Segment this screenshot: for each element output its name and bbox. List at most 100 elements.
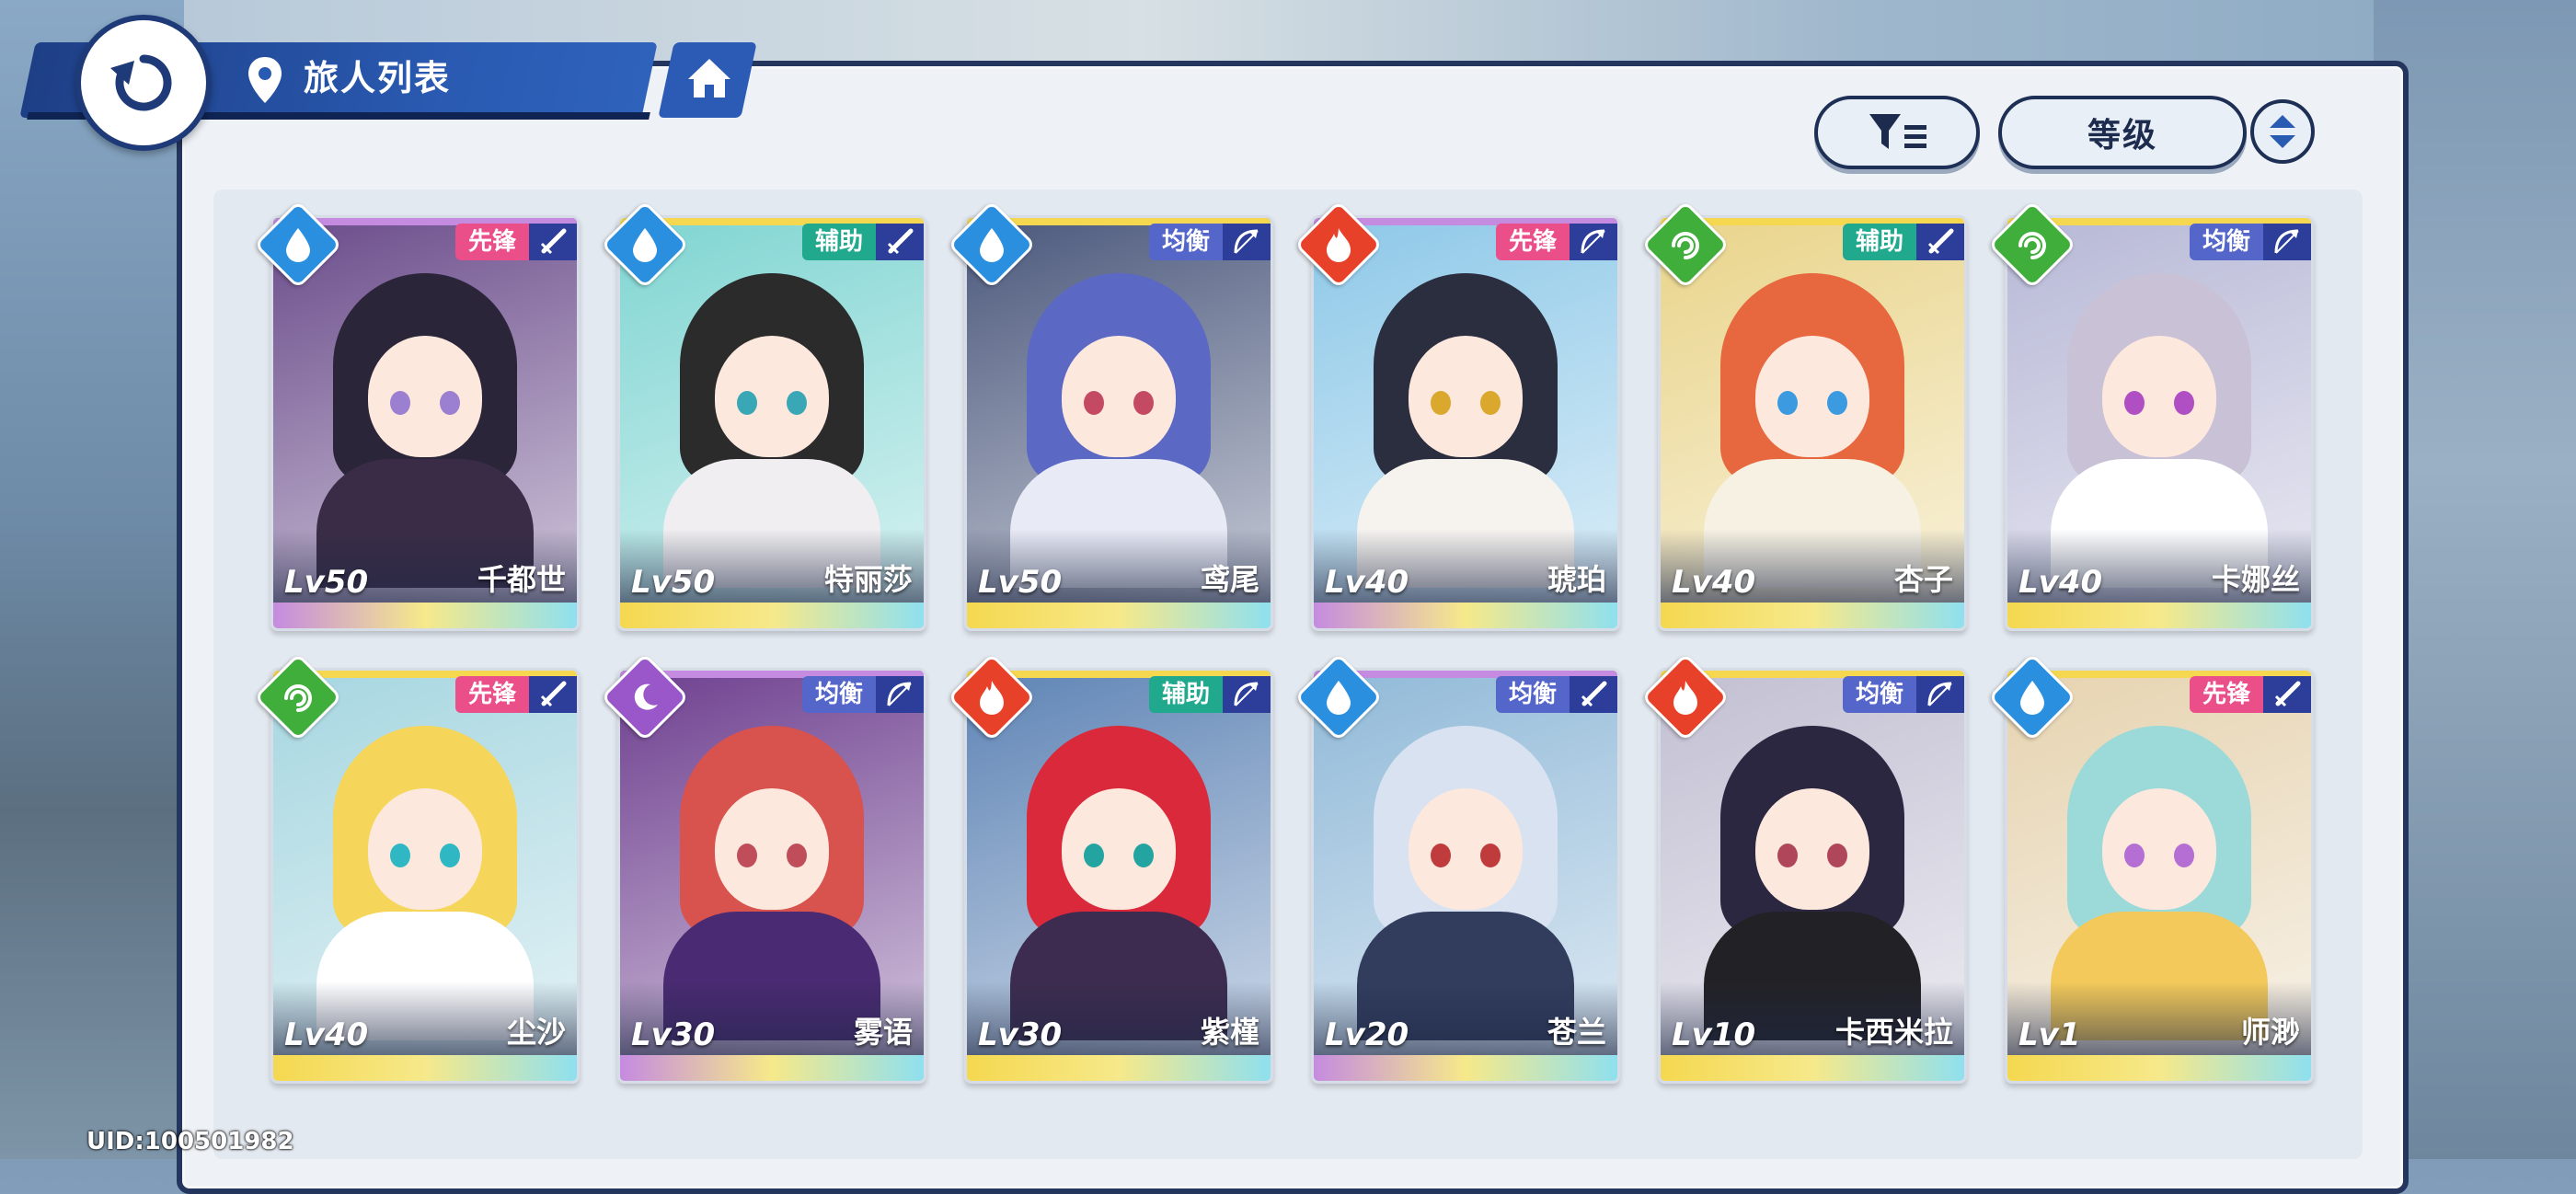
character-name: 特丽莎 (823, 562, 913, 597)
character-face (368, 336, 482, 457)
character-face (1409, 788, 1523, 910)
location-pin-icon (248, 57, 282, 103)
rarity-bottom-strip (273, 603, 577, 628)
character-name: 鸢尾 (1200, 562, 1259, 597)
role-tag: 辅助 (801, 224, 876, 260)
water-element-icon (1327, 681, 1351, 715)
sort-by-label: 等级 (2087, 117, 2157, 155)
character-card[interactable]: 均衡 Lv40 卡娜丝 (2005, 215, 2314, 631)
character-face (715, 336, 829, 457)
character-name: 苍兰 (1547, 1015, 1606, 1050)
character-card[interactable]: 先锋 Lv40 琥珀 (1311, 215, 1620, 631)
bow-weapon-icon (887, 682, 912, 706)
character-eye (390, 391, 410, 415)
character-eye (2174, 844, 2194, 867)
sort-by-button[interactable]: 等级 (1998, 96, 2247, 169)
character-eye (440, 391, 460, 415)
level-label: Lv10 (1672, 1016, 1756, 1053)
rarity-bottom-strip (620, 603, 924, 628)
sort-order-icon (2270, 115, 2295, 148)
level-label: Lv1 (2018, 1016, 2081, 1053)
character-card[interactable]: 先锋 Lv1 师渺 (2005, 668, 2314, 1084)
role-tag: 均衡 (1148, 224, 1223, 260)
weapon-tag (1916, 676, 1964, 713)
character-eye (390, 844, 410, 867)
character-face (2102, 788, 2216, 910)
role-tag: 均衡 (801, 676, 876, 713)
character-card[interactable]: 辅助 Lv30 紫槿 (964, 668, 1273, 1084)
character-name: 尘沙 (506, 1015, 566, 1050)
character-face (715, 788, 829, 910)
character-card[interactable]: 均衡 Lv20 苍兰 (1311, 668, 1620, 1084)
sword-weapon-icon (2274, 681, 2301, 707)
water-element-icon (980, 228, 1004, 262)
role-tag: 先锋 (454, 224, 529, 260)
character-name: 紫槿 (1200, 1015, 1259, 1050)
uid-label: UID:100501982 (86, 1128, 294, 1155)
character-name: 琥珀 (1547, 562, 1606, 597)
filter-icon (1869, 114, 1926, 149)
character-face (2102, 336, 2216, 457)
sort-order-button[interactable] (2250, 99, 2315, 164)
character-eye (1084, 391, 1104, 415)
bow-weapon-icon (2274, 229, 2299, 254)
level-label: Lv40 (284, 1016, 369, 1053)
weapon-tag (1223, 224, 1271, 260)
wind-element-icon (1672, 232, 1699, 259)
rarity-bottom-strip (2007, 1055, 2311, 1081)
character-eye (1827, 391, 1847, 415)
character-card[interactable]: 先锋 Lv40 尘沙 (270, 668, 580, 1084)
rarity-bottom-strip (620, 1055, 924, 1081)
water-element-icon (2020, 681, 2044, 715)
character-name: 杏子 (1893, 562, 1953, 597)
rarity-bottom-strip (1661, 603, 1964, 628)
character-eye (1777, 391, 1798, 415)
rarity-bottom-strip (967, 603, 1271, 628)
character-name: 卡西米拉 (1834, 1015, 1953, 1050)
sword-weapon-icon (887, 228, 914, 255)
character-eye (2174, 391, 2194, 415)
rarity-bottom-strip (1661, 1055, 1964, 1081)
character-eye (2124, 844, 2145, 867)
character-face (1755, 336, 1869, 457)
rarity-bottom-strip (2007, 603, 2311, 628)
weapon-tag (529, 676, 577, 713)
character-card[interactable]: 均衡 Lv50 鸢尾 (964, 215, 1273, 631)
rarity-bottom-strip (967, 1055, 1271, 1081)
weapon-tag (2263, 224, 2311, 260)
water-element-icon (286, 228, 310, 262)
character-card[interactable]: 先锋 Lv50 千都世 (270, 215, 580, 631)
character-name: 千都世 (477, 562, 566, 597)
sword-weapon-icon (540, 681, 567, 707)
character-eye (440, 844, 460, 867)
level-label: Lv20 (1325, 1016, 1409, 1053)
bow-weapon-icon (1927, 682, 1952, 706)
sword-weapon-icon (1581, 681, 1607, 707)
filter-button[interactable] (1814, 96, 1980, 169)
weapon-tag (1570, 676, 1617, 713)
weapon-tag (1570, 224, 1617, 260)
character-eye (737, 844, 757, 867)
wind-element-icon (2018, 232, 2046, 259)
character-eye (1431, 844, 1451, 867)
bow-weapon-icon (1234, 229, 1259, 254)
character-card[interactable]: 均衡 Lv30 雾语 (617, 668, 926, 1084)
rarity-bottom-strip (1314, 1055, 1617, 1081)
character-eye (1480, 844, 1501, 867)
weapon-tag (876, 224, 924, 260)
character-card[interactable]: 均衡 Lv10 卡西米拉 (1658, 668, 1967, 1084)
character-card[interactable]: 辅助 Lv40 杏子 (1658, 215, 1967, 631)
character-eye (1431, 391, 1451, 415)
character-card[interactable]: 辅助 Lv50 特丽莎 (617, 215, 926, 631)
character-eye (787, 844, 807, 867)
role-tag: 辅助 (1148, 676, 1223, 713)
back-arrow-icon (110, 54, 172, 111)
page-title: 旅人列表 (304, 58, 452, 98)
character-eye (1133, 844, 1154, 867)
character-name: 卡娜丝 (2211, 562, 2300, 597)
home-icon[interactable] (684, 53, 734, 103)
bow-weapon-icon (1234, 682, 1259, 706)
character-eye (1480, 391, 1501, 415)
sword-weapon-icon (540, 228, 567, 255)
back-button[interactable] (75, 15, 212, 151)
